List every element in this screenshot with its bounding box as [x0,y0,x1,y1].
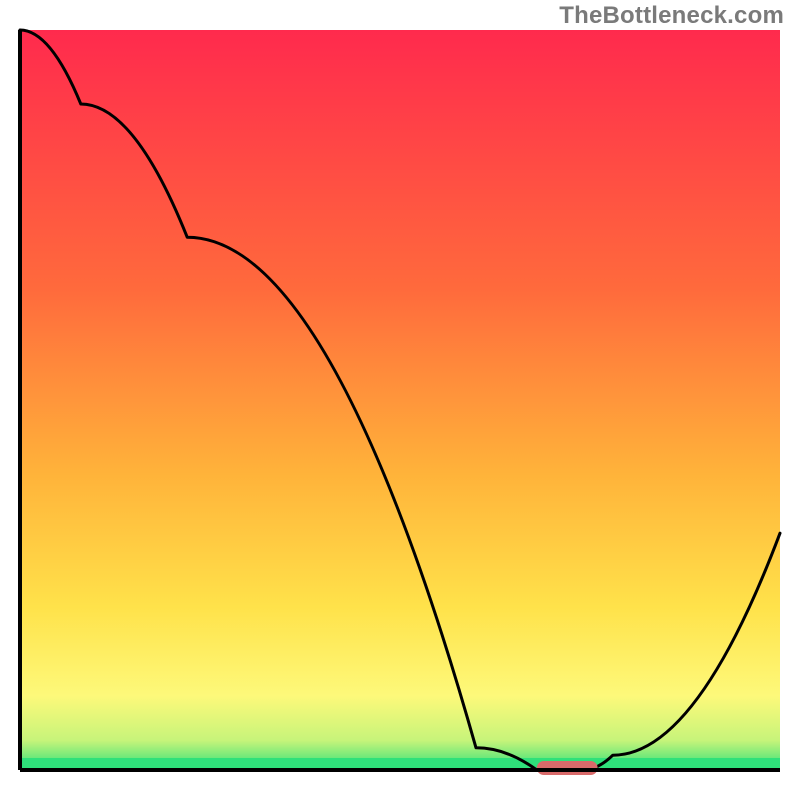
plot-area [20,30,780,775]
watermark-text: TheBottleneck.com [559,2,784,30]
bottleneck-chart [0,0,800,800]
chart-background [20,30,780,770]
chart-container: TheBottleneck.com [0,0,800,800]
